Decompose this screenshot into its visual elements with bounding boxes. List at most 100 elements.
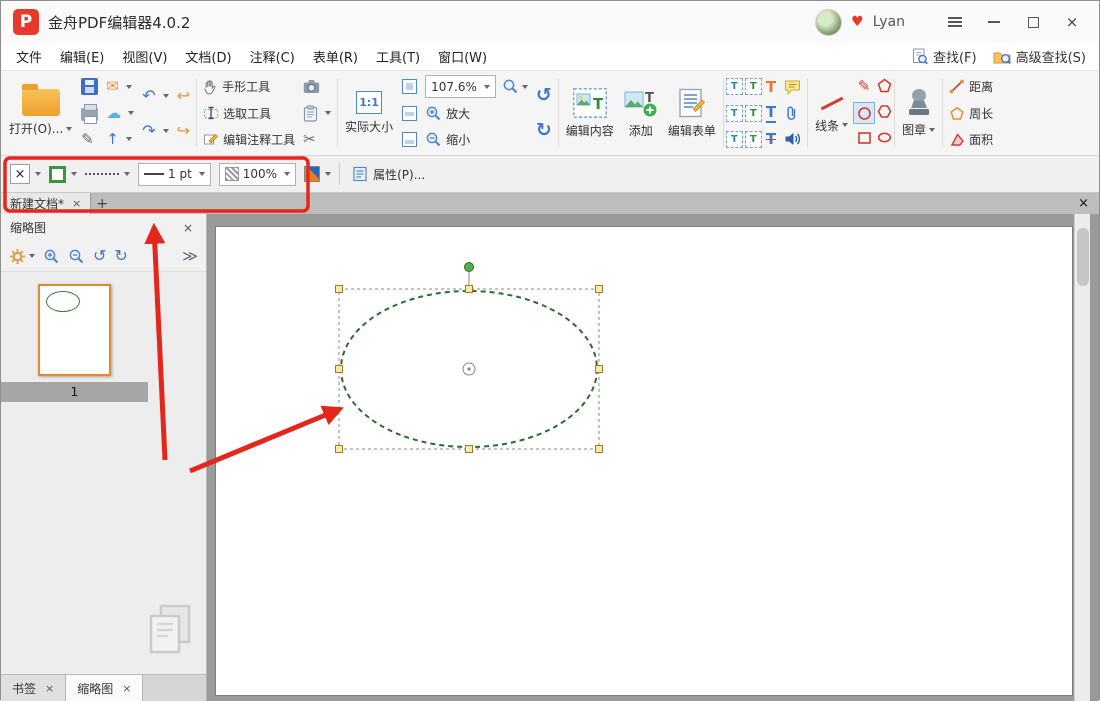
rotation-handle[interactable] — [465, 263, 474, 272]
measure-area-button[interactable]: 面积 — [946, 127, 996, 152]
page-number-band[interactable]: 1 — [1, 382, 148, 402]
note-comment-button[interactable] — [781, 74, 804, 99]
selection-handle-s[interactable] — [466, 446, 473, 453]
user-avatar[interactable] — [815, 9, 842, 36]
text-field-tool-button[interactable]: T — [745, 105, 762, 122]
sign-button[interactable]: ✎ — [78, 127, 101, 152]
menu-edit[interactable]: 编辑(E) — [51, 43, 113, 70]
callout-tool-button[interactable]: T — [726, 105, 743, 122]
bookmarks-tab-close-icon[interactable]: × — [45, 682, 54, 695]
thumbnails-tab[interactable]: 缩略图 × — [66, 675, 143, 701]
attachment-button[interactable] — [781, 101, 804, 126]
thumbnail-zoom-in-button[interactable] — [43, 248, 60, 265]
rectangle-tool-button[interactable] — [857, 130, 872, 148]
menu-window[interactable]: 窗口(W) — [429, 43, 496, 70]
app-menu-button[interactable] — [940, 9, 970, 35]
vertical-scrollbar-thumb[interactable] — [1077, 228, 1089, 286]
thumbnails-tab-close-icon[interactable]: × — [122, 682, 131, 695]
strikeout-text-button[interactable]: T — [763, 127, 779, 152]
selection-handle-sw[interactable] — [336, 446, 343, 453]
rotate-right-button[interactable]: ↻ — [533, 118, 555, 143]
thumbnail-rotate-left-button[interactable]: ↺ — [93, 248, 106, 264]
fill-color-picker[interactable] — [304, 166, 331, 182]
menu-tools[interactable]: 工具(T) — [367, 43, 429, 70]
user-name[interactable]: Lyan — [873, 14, 905, 30]
zoom-level-combo[interactable]: 107.6% — [425, 75, 496, 98]
ellipse-tool-button-selected[interactable] — [853, 102, 875, 124]
hand-tool-button[interactable]: 手形工具 — [200, 74, 298, 99]
cloud-button[interactable]: ☁ — [103, 101, 137, 126]
snippet-button[interactable]: ✂ — [300, 127, 334, 152]
stamp-button[interactable]: 图章 — [898, 73, 939, 153]
edit-annotation-tool-button[interactable]: 编辑注释工具 — [200, 127, 298, 152]
menu-comment[interactable]: 注释(C) — [241, 43, 304, 70]
menu-file[interactable]: 文件 — [7, 43, 51, 70]
stroke-color-picker[interactable] — [49, 166, 77, 183]
line-tool-button[interactable]: 线条 — [811, 73, 852, 153]
no-color-button[interactable]: × — [10, 164, 41, 184]
maximize-button[interactable] — [1018, 9, 1048, 35]
minimize-button[interactable] — [979, 9, 1009, 35]
vertical-scrollbar[interactable] — [1074, 214, 1090, 701]
text-edit-tool-button[interactable]: T — [726, 131, 743, 148]
rotate-left-button[interactable]: ↺ — [533, 83, 555, 108]
selection-handle-e[interactable] — [596, 366, 603, 373]
close-button[interactable]: × — [1057, 9, 1087, 35]
email-button[interactable]: ✉ — [103, 74, 137, 99]
clipboard-button[interactable] — [300, 101, 334, 126]
edit-content-button[interactable]: T 编辑内容 — [562, 73, 618, 153]
selection-handle-se[interactable] — [596, 446, 603, 453]
zoom-tools-button[interactable] — [502, 78, 528, 95]
menu-form[interactable]: 表单(R) — [304, 43, 367, 70]
measure-distance-button[interactable]: 距离 — [946, 74, 996, 99]
line-width-combo[interactable]: 1 pt — [138, 163, 211, 186]
selection-handle-w[interactable] — [336, 366, 343, 373]
next-view-button[interactable]: ↪ — [174, 118, 193, 143]
text-box-tool-button[interactable]: T — [726, 78, 743, 95]
document-tab-active[interactable]: 新建文档* × — [1, 193, 91, 214]
redo-button[interactable]: ↷ — [139, 118, 171, 143]
pencil-tool-button[interactable]: ✎ — [858, 79, 871, 94]
find-button[interactable]: 查找(F) — [905, 44, 984, 69]
thumbnail-options-button[interactable] — [9, 248, 35, 265]
add-button[interactable]: T 添加 — [620, 73, 662, 153]
thumbnail-panel-close-button[interactable]: × — [179, 219, 197, 237]
undo-button[interactable]: ↶ — [139, 83, 171, 108]
line-style-picker[interactable] — [85, 172, 130, 176]
close-document-button[interactable]: × — [1073, 193, 1094, 214]
actual-size-button[interactable]: 1:1 实际大小 — [341, 73, 397, 153]
fit-visible-button[interactable] — [399, 127, 420, 152]
zoom-in-button[interactable]: 放大 — [422, 101, 531, 126]
advanced-find-button[interactable]: 高级查找(S) — [986, 44, 1093, 69]
menu-view[interactable]: 视图(V) — [113, 43, 176, 70]
open-button[interactable]: 打开(O)... — [5, 73, 76, 153]
print-button[interactable] — [78, 101, 101, 126]
selection-handle-n[interactable] — [466, 286, 473, 293]
document-tab-close-icon[interactable]: × — [72, 197, 81, 210]
selection-handle-ne[interactable] — [596, 286, 603, 293]
properties-button[interactable]: 属性(P)... — [348, 164, 430, 185]
save-button[interactable] — [78, 74, 101, 99]
fit-page-button[interactable] — [399, 74, 420, 99]
collapse-panel-button[interactable]: ≫ — [182, 249, 198, 264]
select-tool-button[interactable]: 选取工具 — [200, 101, 298, 126]
hexagon-tool-button[interactable] — [877, 104, 892, 122]
opacity-combo[interactable]: 100% — [219, 163, 296, 186]
previous-view-button[interactable]: ↩ — [174, 83, 193, 108]
underline-text-button[interactable]: T — [763, 101, 779, 126]
text-replace-tool-button[interactable]: T — [745, 131, 762, 148]
highlight-text-button[interactable]: T — [763, 74, 779, 99]
measure-perimeter-button[interactable]: 周长 — [946, 101, 996, 126]
new-tab-button[interactable]: + — [91, 193, 113, 214]
thumbnail-rotate-right-button[interactable]: ↻ — [114, 248, 127, 264]
edit-form-button[interactable]: 编辑表单 — [664, 73, 720, 153]
fit-width-button[interactable] — [399, 101, 420, 126]
thumbnail-zoom-out-button[interactable] — [68, 248, 85, 265]
snapshot-button[interactable] — [300, 74, 334, 99]
zoom-out-button[interactable]: 缩小 — [422, 127, 531, 152]
share-button[interactable]: ↑ — [103, 127, 137, 152]
typewriter-tool-button[interactable]: T — [745, 78, 762, 95]
page-thumbnail-selected[interactable] — [38, 284, 111, 376]
audio-comment-button[interactable] — [781, 127, 804, 152]
menu-document[interactable]: 文档(D) — [176, 43, 240, 70]
